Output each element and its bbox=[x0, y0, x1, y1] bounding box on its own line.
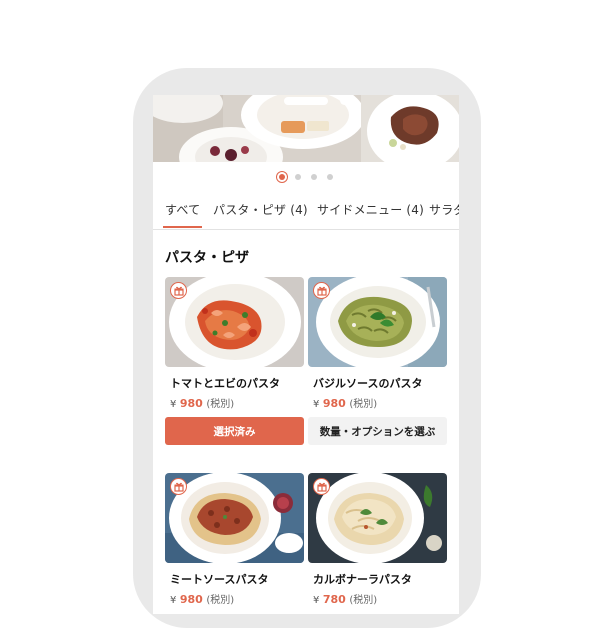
gift-icon bbox=[170, 478, 187, 495]
menu-item-price: ¥ 980 (税別) bbox=[170, 397, 235, 410]
menu-item-price: ¥ 780 (税別) bbox=[313, 593, 378, 606]
category-tabs: すべて パスタ・ピザ (4) サイドメニュー (4) サラダ bbox=[153, 199, 459, 230]
tab-salad[interactable]: サラダ bbox=[429, 201, 459, 218]
carousel-dot-4[interactable] bbox=[327, 174, 333, 180]
menu-item-name: カルボナーラパスタ bbox=[313, 573, 412, 586]
tab-all[interactable]: すべて bbox=[162, 201, 203, 228]
choose-options-button[interactable]: 数量・オプションを選ぶ bbox=[308, 417, 447, 445]
tax-note: (税別) bbox=[349, 399, 378, 410]
tab-pasta-pizza[interactable]: パスタ・ピザ (4) bbox=[213, 201, 308, 218]
menu-item-name: トマトとエビのパスタ bbox=[170, 377, 280, 390]
menu-item-price: ¥ 980 (税別) bbox=[313, 397, 378, 410]
gift-icon bbox=[313, 478, 330, 495]
tax-note: (税別) bbox=[206, 399, 235, 410]
gift-icon bbox=[170, 282, 187, 299]
tax-note: (税別) bbox=[349, 595, 378, 606]
tab-side-menu[interactable]: サイドメニュー (4) bbox=[317, 201, 424, 218]
tax-note: (税別) bbox=[206, 595, 235, 606]
phone-speaker bbox=[284, 97, 328, 105]
hero-carousel[interactable] bbox=[153, 95, 459, 162]
menu-item-price: ¥ 980 (税別) bbox=[170, 593, 235, 606]
price-value: 780 bbox=[322, 593, 346, 606]
gift-icon bbox=[313, 282, 330, 299]
hero-food-image bbox=[153, 95, 459, 162]
selected-button[interactable]: 選択済み bbox=[165, 417, 304, 445]
carousel-dot-1[interactable] bbox=[279, 174, 285, 180]
app-screen: すべて パスタ・ピザ (4) サイドメニュー (4) サラダ パスタ・ピザ bbox=[153, 95, 459, 614]
menu-item-name: バジルソースのパスタ bbox=[313, 377, 423, 390]
carousel-dot-3[interactable] bbox=[311, 174, 317, 180]
phone-camera bbox=[340, 96, 349, 105]
price-value: 980 bbox=[179, 397, 203, 410]
section-title: パスタ・ピザ bbox=[165, 250, 249, 266]
price-value: 980 bbox=[322, 397, 346, 410]
carousel-dot-2[interactable] bbox=[295, 174, 301, 180]
carousel-indicators bbox=[153, 170, 459, 184]
menu-item-name: ミートソースパスタ bbox=[170, 573, 269, 586]
price-value: 980 bbox=[179, 593, 203, 606]
